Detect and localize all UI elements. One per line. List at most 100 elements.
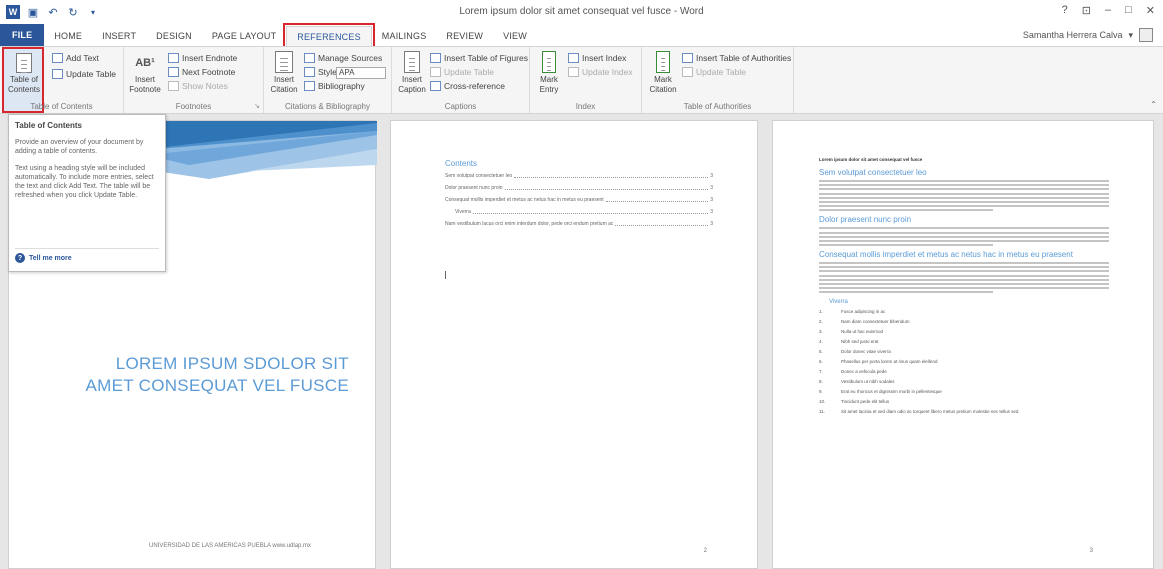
show-notes-button[interactable]: Show Notes (168, 81, 228, 91)
caption-icon (404, 51, 420, 73)
paragraph-block (819, 262, 1109, 294)
avatar[interactable] (1139, 28, 1153, 42)
redo-icon[interactable]: ↻ (66, 6, 80, 19)
insert-table-of-authorities-label: Insert Table of Authorities (696, 53, 792, 63)
refresh-icon (568, 67, 579, 77)
group-label-citations: Citations & Bibliography (285, 102, 370, 111)
tab-page-layout[interactable]: PAGE LAYOUT (202, 26, 286, 46)
insert-endnote-button[interactable]: Insert Endnote (168, 53, 237, 63)
tooltip-details: Text using a heading style will be inclu… (15, 165, 154, 199)
insert-table-of-figures-label: Insert Table of Figures (444, 53, 528, 63)
update-index-button[interactable]: Update Index (568, 67, 633, 77)
page-contents[interactable]: Contents Sem volutpat consectetuer leo 3 … (390, 120, 758, 569)
list-item: 6. Phasellus per porta lorem at risus qua… (819, 359, 938, 365)
tab-home[interactable]: HOME (44, 26, 92, 46)
customize-qat-icon[interactable]: ▾ (86, 8, 100, 17)
insert-index-icon (568, 53, 579, 63)
insert-citation-label: Insert Citation (270, 75, 298, 94)
cross-reference-button[interactable]: Cross-reference (430, 81, 505, 91)
undo-icon[interactable]: ↶ (46, 6, 60, 19)
document-title: Lorem ipsum dolor sit amet consequat vel… (819, 157, 923, 162)
group-label-toc: Table of Contents (30, 102, 93, 111)
insert-endnote-label: Insert Endnote (182, 53, 238, 63)
bibliography-icon (304, 81, 315, 91)
add-text-label: Add Text (66, 53, 99, 63)
dialog-launcher-icon[interactable]: ↘ (254, 102, 260, 110)
style-selector: Style: (304, 67, 339, 77)
page-number: 3 (1089, 548, 1093, 554)
insert-table-of-authorities-button[interactable]: Insert Table of Authorities (682, 53, 791, 63)
group-footnotes: AB¹ Insert Footnote Insert Endnote Next … (124, 47, 264, 113)
tab-references[interactable]: REFERENCES (283, 23, 375, 48)
minimize-button[interactable]: – (1105, 4, 1111, 17)
account-area[interactable]: Samantha Herrera Calva ▾ (1023, 28, 1153, 42)
help-icon[interactable]: ? (1062, 4, 1068, 17)
update-index-label: Update Index (582, 67, 633, 77)
list-item: 2. Nam diam consectetuer bibendum (819, 319, 910, 325)
heading-4: Viverra (829, 299, 848, 306)
quick-access-toolbar: W ▣ ↶ ↻ ▾ (0, 5, 100, 19)
ribbon-display-options-icon[interactable]: ⊡ (1082, 4, 1091, 17)
page-body[interactable]: Lorem ipsum dolor sit amet consequat vel… (772, 120, 1154, 569)
insert-footnote-button[interactable]: AB¹ Insert Footnote (129, 51, 161, 95)
toc-entry[interactable]: Sem volutpat consectetuer leo 3 (445, 173, 713, 179)
list-item: 1. Fusce adipiscing in ac (819, 309, 886, 315)
tab-view[interactable]: VIEW (493, 26, 537, 46)
help-icon: ? (15, 253, 25, 263)
insert-table-of-figures-button[interactable]: Insert Table of Figures (430, 53, 528, 63)
numbered-list: 1. Fusce adipiscing in ac 2. Nam diam cons… (819, 309, 1109, 414)
toc-entry[interactable]: Consequat mollis imperdiet et metus ac n… (445, 197, 713, 203)
tell-me-more-link[interactable]: ? Tell me more (15, 248, 159, 263)
save-icon[interactable]: ▣ (26, 6, 40, 19)
tab-design[interactable]: DESIGN (146, 26, 202, 46)
cover-title-line2: AMET CONSEQUAT VEL FUSCE (85, 376, 349, 395)
insert-citation-button[interactable]: Insert Citation (268, 51, 300, 95)
update-table-button[interactable]: Update Table (52, 69, 116, 79)
cross-reference-label: Cross-reference (444, 81, 505, 91)
word-app-icon[interactable]: W (6, 5, 20, 19)
table-of-contents-icon (16, 53, 32, 73)
bibliography-button[interactable]: Bibliography (304, 81, 365, 91)
toc-entry[interactable]: Dolor praesent nunc proin 3 (445, 185, 713, 191)
insert-caption-button[interactable]: Insert Caption (396, 51, 428, 95)
tab-file[interactable]: FILE (0, 24, 45, 46)
update-table-figures-button[interactable]: Update Table (430, 67, 494, 77)
insert-index-button[interactable]: Insert Index (568, 53, 626, 63)
add-text-button[interactable]: Add Text (52, 53, 99, 63)
table-of-contents-label: Table of Contents (8, 75, 41, 94)
add-text-icon (52, 53, 63, 63)
close-button[interactable]: ✕ (1146, 4, 1155, 17)
list-item: 10. Tincidunt pede elit tellus (819, 399, 890, 405)
list-item: 7. Donec a vehicula pede (819, 369, 887, 375)
insert-index-label: Insert Index (582, 53, 627, 63)
group-index: Mark Entry Insert Index Update Index Ind… (530, 47, 642, 113)
maximize-button[interactable]: □ (1125, 4, 1132, 17)
mark-citation-button[interactable]: Mark Citation (646, 51, 680, 95)
collapse-ribbon-icon[interactable]: ⌃ (1150, 100, 1157, 109)
list-item: 4. Nibh sed justo erat (819, 339, 879, 345)
tab-review[interactable]: REVIEW (436, 26, 493, 46)
next-footnote-icon (168, 67, 179, 77)
bibliography-label: Bibliography (318, 81, 365, 91)
update-table-authorities-label: Update Table (696, 67, 746, 77)
manage-sources-button[interactable]: Manage Sources (304, 53, 382, 63)
toc-entry[interactable]: Nam vestibulum lacus orci enim interdum … (445, 221, 713, 227)
toc-entry[interactable]: Viverra 3 (445, 209, 713, 215)
update-table-figures-label: Update Table (444, 67, 494, 77)
tab-insert[interactable]: INSERT (92, 26, 146, 46)
chevron-down-icon: ▾ (1128, 29, 1133, 40)
next-footnote-button[interactable]: Next Footnote (168, 67, 235, 77)
list-item: 9. Erat eu rhoncus et dignissim morbi in … (819, 389, 942, 395)
style-dropdown[interactable]: APA (336, 67, 386, 79)
tab-mailings[interactable]: MAILINGS (372, 26, 437, 46)
mark-entry-button[interactable]: Mark Entry (534, 51, 564, 95)
table-of-figures-icon (430, 53, 441, 63)
show-notes-icon (168, 81, 179, 91)
group-label-index: Index (575, 102, 596, 111)
footnote-icon: AB¹ (135, 57, 155, 69)
group-table-of-contents: Table of Contents Add Text Update Table … (0, 47, 124, 113)
update-table-authorities-button[interactable]: Update Table (682, 67, 746, 77)
account-name[interactable]: Samantha Herrera Calva (1023, 30, 1123, 40)
insert-footnote-label: Insert Footnote (129, 75, 161, 94)
mark-citation-icon (656, 51, 670, 73)
